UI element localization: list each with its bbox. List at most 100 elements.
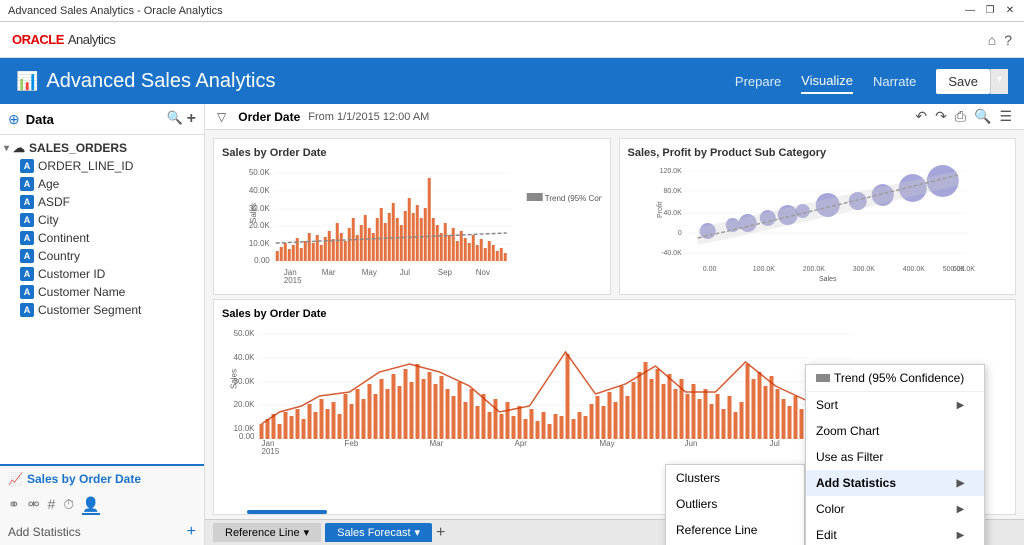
tab-dropdown-icon[interactable]: ▾ [304, 526, 310, 539]
field-customer-id[interactable]: A Customer ID [0, 265, 204, 283]
menu-item-label: Color [816, 502, 845, 516]
svg-text:Mar: Mar [430, 439, 444, 448]
attr-type-icon: A [20, 213, 34, 227]
sidebar-add-icon[interactable]: + [187, 110, 196, 128]
svg-text:20.0K: 20.0K [234, 400, 256, 409]
field-order-line-id[interactable]: A ORDER_LINE_ID [0, 157, 204, 175]
tab-reference-line[interactable]: Reference Line ▾ [213, 523, 321, 542]
stats-icon[interactable]: 👤 [82, 496, 99, 515]
menu-right-trend-confidence[interactable]: Trend (95% Confidence) [806, 365, 984, 391]
clock-icon[interactable]: ⏱ [63, 496, 74, 515]
app-title-text: Advanced Sales Analytics [46, 70, 275, 93]
attr-type-icon: A [20, 159, 34, 173]
field-country[interactable]: A Country [0, 247, 204, 265]
menu-right-color[interactable]: Color ▶ [806, 496, 984, 522]
menu-right-zoom-chart[interactable]: Zoom Chart [806, 418, 984, 444]
tab-dropdown-icon[interactable]: ▾ [415, 526, 421, 539]
menu-icon[interactable]: ☰ [999, 108, 1012, 125]
context-menu-right: Trend (95% Confidence) Sort ▶ Zoom Chart… [805, 364, 985, 545]
field-city[interactable]: A City [0, 211, 204, 229]
field-customer-name[interactable]: A Customer Name [0, 283, 204, 301]
undo-icon[interactable]: ↶ [915, 108, 927, 125]
menu-right-sort[interactable]: Sort ▶ [806, 392, 984, 418]
svg-text:600.0K: 600.0K [952, 266, 975, 273]
top-nav: ORACLEAnalytics ⌂ ? [0, 22, 1024, 58]
svg-text:200.0K: 200.0K [802, 266, 825, 273]
charts-top-row: Sales by Order Date 50.0K 40.0K 30.0K 20… [205, 130, 1024, 299]
search-icon[interactable]: 🔍 [974, 108, 991, 125]
link-icon[interactable]: ⚭ [8, 496, 20, 515]
svg-text:100.0K: 100.0K [752, 266, 775, 273]
field-label: Country [38, 249, 80, 263]
header-bar: 📊 Advanced Sales Analytics Prepare Visua… [0, 58, 1024, 104]
svg-text:0.00: 0.00 [254, 256, 270, 265]
attr-type-icon: A [20, 231, 34, 245]
cloud-icon: ☁ [13, 141, 25, 155]
field-label: City [38, 213, 59, 227]
redo-icon[interactable]: ↷ [935, 108, 947, 125]
chain-icon[interactable]: ⚮ [28, 496, 40, 515]
field-customer-segment[interactable]: A Customer Segment [0, 301, 204, 319]
save-dropdown-arrow[interactable]: ▾ [990, 69, 1008, 94]
submenu-arrow-icon: ▶ [957, 504, 965, 515]
svg-text:Sales: Sales [818, 276, 836, 283]
add-tab-button[interactable]: + [436, 524, 445, 542]
svg-text:Trend (95% Confi...: Trend (95% Confi... [545, 194, 602, 203]
filter-label: Order Date [238, 110, 300, 124]
menu-right-add-statistics[interactable]: Add Statistics ▶ [806, 470, 984, 496]
submenu-arrow-icon: ▶ [957, 400, 965, 411]
datasource-item[interactable]: ▾ ☁ SALES_ORDERS [0, 139, 204, 157]
nav-visualize[interactable]: Visualize [801, 69, 853, 94]
nav-prepare[interactable]: Prepare [735, 70, 781, 93]
svg-text:Jul: Jul [400, 268, 410, 277]
field-continent[interactable]: A Continent [0, 229, 204, 247]
add-statistics-icon[interactable]: + [187, 523, 196, 541]
svg-text:May: May [362, 268, 377, 277]
attr-type-icon: A [20, 249, 34, 263]
title-bar-text: Advanced Sales Analytics - Oracle Analyt… [8, 5, 223, 17]
top-left-chart: Sales by Order Date 50.0K 40.0K 30.0K 20… [213, 138, 611, 295]
svg-text:2015: 2015 [262, 447, 280, 454]
menu-item-reference-line[interactable]: Reference Line [666, 517, 804, 543]
svg-text:50.0K: 50.0K [234, 329, 256, 338]
bottom-chart-title: Sales by Order Date [222, 308, 1007, 320]
context-menu-overlay: Clusters Outliers Reference Line Trend L… [665, 364, 985, 545]
save-button[interactable]: Save [936, 69, 990, 94]
home-icon[interactable]: ⌂ [988, 32, 996, 48]
menu-item-label: Clusters [676, 471, 720, 485]
close-button[interactable]: ✕ [1004, 5, 1016, 17]
sidebar-search-icon[interactable]: 🔍 [166, 110, 182, 128]
svg-text:50.0K: 50.0K [249, 168, 271, 177]
restore-button[interactable]: ❐ [984, 5, 996, 17]
title-bar-controls: — ❐ ✕ [964, 5, 1016, 17]
menu-item-label: Trend (95% Confidence) [834, 371, 964, 385]
svg-text:0.00: 0.00 [239, 432, 255, 441]
field-label: Customer Segment [38, 303, 141, 317]
sidebar-icon-group: 🔍 + [166, 110, 196, 128]
menu-item-clusters[interactable]: Clusters [666, 465, 804, 491]
menu-right-use-as-filter[interactable]: Use as Filter [806, 444, 984, 470]
help-icon[interactable]: ? [1004, 32, 1012, 48]
content-area: ▽ Order Date From 1/1/2015 12:00 AM ↶ ↷ … [205, 104, 1024, 545]
chart-icon: 📈 [8, 472, 23, 486]
field-label: ORDER_LINE_ID [38, 159, 133, 173]
grid-icon[interactable]: # [47, 496, 55, 515]
field-age[interactable]: A Age [0, 175, 204, 193]
field-asdf[interactable]: A ASDF [0, 193, 204, 211]
data-icon: ⊕ [8, 111, 20, 128]
app-icon: 📊 [16, 71, 38, 92]
menu-right-edit[interactable]: Edit ▶ [806, 522, 984, 545]
share-icon[interactable]: ⎙ [955, 108, 966, 125]
minimize-button[interactable]: — [964, 5, 976, 17]
svg-text:40.0K: 40.0K [234, 353, 256, 362]
menu-item-outliers[interactable]: Outliers [666, 491, 804, 517]
svg-text:80.0K: 80.0K [663, 188, 682, 195]
tab-sales-forecast[interactable]: Sales Forecast ▾ [325, 523, 432, 542]
scroll-handle[interactable] [247, 510, 327, 514]
attr-type-icon: A [20, 177, 34, 191]
sidebar-title: Data [26, 112, 161, 127]
svg-text:40.0K: 40.0K [663, 210, 682, 217]
context-menu-left: Clusters Outliers Reference Line Trend L… [665, 464, 805, 545]
add-statistics-row[interactable]: Add Statistics + [0, 519, 204, 545]
nav-narrate[interactable]: Narrate [873, 70, 916, 93]
